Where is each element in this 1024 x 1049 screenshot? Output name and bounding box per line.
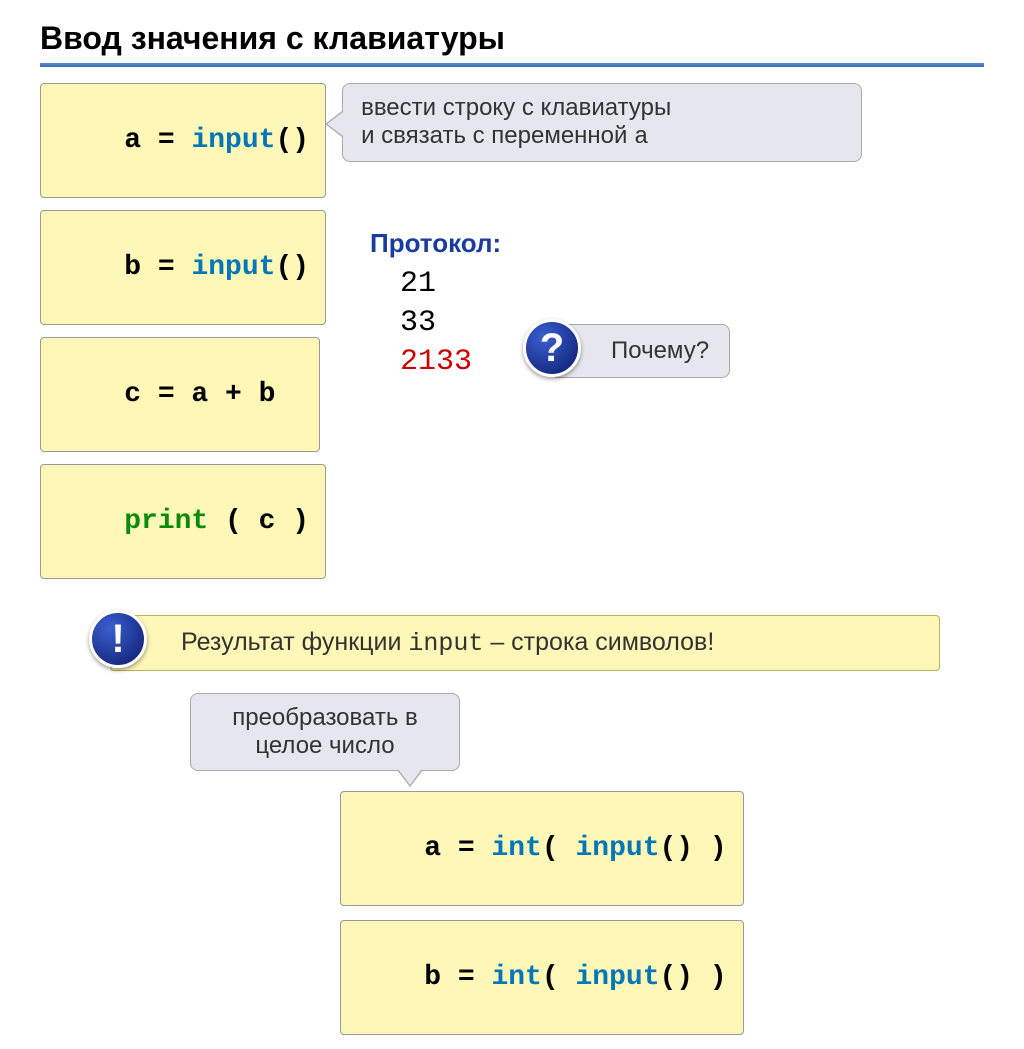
equals: = (441, 833, 491, 864)
parens: () (660, 962, 694, 993)
print-args: ( c ) (208, 506, 309, 537)
code-line-3: c = a + b (40, 337, 320, 452)
protocol-value-1: 21 (400, 265, 501, 304)
callout-line2-pre: и связать с переменной (361, 122, 634, 149)
func-input: input (191, 125, 275, 156)
callout-line1: ввести строку с клавиатуры (361, 94, 843, 122)
exclaim-func: input (408, 629, 483, 658)
convert-line2: целое число (209, 732, 441, 760)
func-input: input (575, 962, 659, 993)
var-b: b (424, 962, 441, 993)
func-print: print (124, 506, 208, 537)
var-a: a (124, 125, 141, 156)
title-underline (40, 63, 984, 67)
exclaim-post: – строка символов! (483, 628, 714, 656)
func-input: input (191, 252, 275, 283)
callout-line2-var: a (634, 124, 648, 151)
code-line-1: a = input() (40, 83, 326, 198)
expr-cab: c = a + b (124, 379, 275, 410)
page-title: Ввод значения с клавиатуры (40, 20, 984, 57)
equals: = (141, 125, 191, 156)
question-text: Почему? (611, 337, 709, 364)
convert-line1: преобразовать в (209, 704, 441, 732)
paren-close: ) (693, 833, 727, 864)
exclaim-callout: ! Результат функции input – строка симво… (110, 615, 940, 671)
var-b: b (124, 252, 141, 283)
question-callout: ? Почему? (550, 324, 730, 378)
code-line-int-b: b = int( input() ) (340, 920, 744, 1035)
func-int: int (491, 962, 541, 993)
protocol-value-3: 2133 (400, 343, 501, 382)
question-mark-icon: ? (523, 319, 581, 377)
equals: = (441, 962, 491, 993)
func-int: int (491, 833, 541, 864)
paren-close: ) (693, 962, 727, 993)
func-input: input (575, 833, 659, 864)
equals: = (141, 252, 191, 283)
callout-line2: и связать с переменной a (361, 122, 843, 151)
convert-callout: преобразовать в целое число (190, 693, 460, 771)
paren-open: ( (542, 962, 576, 993)
exclamation-icon: ! (89, 610, 147, 668)
callout-explain-input: ввести строку с клавиатуры и связать с п… (342, 83, 862, 162)
parens: () (660, 833, 694, 864)
protocol-area: Протокол: 21 33 2133 (370, 228, 501, 382)
exclaim-pre: Результат функции (181, 628, 408, 656)
code-line-4: print ( c ) (40, 464, 326, 579)
var-a: a (424, 833, 441, 864)
code-line-2: b = input() (40, 210, 326, 325)
protocol-title: Протокол: (370, 228, 501, 259)
code-line-int-a: a = int( input() ) (340, 791, 744, 906)
paren-open: ( (542, 833, 576, 864)
parens: () (275, 252, 309, 283)
parens: () (275, 125, 309, 156)
protocol-value-2: 33 (400, 304, 501, 343)
